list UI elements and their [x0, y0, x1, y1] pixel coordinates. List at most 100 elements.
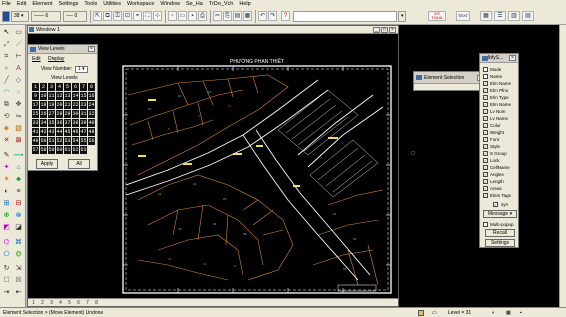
tool-j-icon[interactable]: ⊟ — [13, 198, 24, 209]
selection-setting-row[interactable]: ✓ Length — [483, 178, 515, 185]
level-cell[interactable]: 43 — [48, 128, 55, 136]
move-element-icon[interactable]: ✥ — [13, 99, 24, 110]
tool-m-icon[interactable]: ◩ — [1, 222, 12, 233]
level-cell[interactable]: 53 — [64, 137, 71, 145]
mirror-icon[interactable]: ⇋ — [13, 111, 24, 122]
close-icon[interactable]: × — [389, 27, 396, 33]
close-icon[interactable]: × — [88, 46, 95, 52]
level-cell[interactable]: 63 — [80, 146, 87, 154]
level-cell[interactable]: 40 — [88, 119, 95, 127]
close-icon[interactable]: × — [509, 55, 516, 61]
selection-setting-checkbox[interactable]: ✓ — [483, 158, 488, 163]
selection-setting-row[interactable]: ✓ Areas — [483, 185, 515, 192]
level-cell[interactable]: 9 — [32, 92, 39, 100]
selection-setting-checkbox[interactable]: ✓ — [483, 81, 488, 86]
level-cell[interactable]: 46 — [72, 128, 79, 136]
tool-r-icon[interactable]: ⏣ — [13, 249, 24, 260]
selection-setting-row[interactable]: ✓ Elem Tags — [483, 192, 515, 199]
selection-setting-row[interactable]: ✓ Font — [483, 136, 515, 143]
selection-setting-checkbox[interactable]: ✓ — [483, 130, 488, 135]
level-cell[interactable]: 4 — [56, 83, 63, 91]
selection-setting-row[interactable]: ✓ Angles — [483, 171, 515, 178]
menu-item-workspace[interactable]: Workspace — [127, 0, 154, 8]
key-tool-icon[interactable]: ⚿ — [113, 11, 122, 21]
new-file-icon[interactable]: ▫ — [168, 11, 177, 21]
command-dropdown-icon[interactable]: ▾ — [398, 11, 406, 22]
rotate-icon[interactable]: ⟲ — [1, 111, 12, 122]
selection-setting-row[interactable]: ✓ Elm Name — [483, 101, 515, 108]
selection-setting-row[interactable]: ✓ Color — [483, 122, 515, 129]
menu-item-edit[interactable]: Edit — [17, 0, 26, 8]
panel-tool-icon[interactable]: ▥ — [508, 11, 520, 21]
selection-setting-checkbox[interactable]: ✓ — [483, 186, 488, 191]
all-button[interactable]: All — [68, 159, 90, 169]
tool-x-icon[interactable]: ⇤ — [13, 287, 24, 298]
selection-setting-checkbox[interactable] — [483, 67, 488, 72]
selection-setting-row[interactable]: Name — [483, 73, 515, 80]
selection-setting-row[interactable]: ✓ CellName — [483, 164, 515, 171]
level-cell[interactable]: 15 — [80, 92, 87, 100]
settings-button[interactable]: Settings — [485, 239, 515, 247]
tool-b-icon[interactable]: ⟿ — [13, 150, 24, 161]
view-button[interactable]: 2 — [39, 300, 46, 306]
dimension-icon[interactable]: ⊢ — [13, 51, 24, 62]
snap-icon[interactable]: ◐ — [492, 308, 495, 317]
minimize-icon[interactable]: _ — [373, 27, 380, 33]
level-cell[interactable]: 19 — [48, 101, 55, 109]
selection-setting-row[interactable]: ✓ Elm Name — [483, 80, 515, 87]
fit-tool-icon[interactable]: ⊡ — [123, 11, 132, 21]
tool-h-icon[interactable]: ≡ — [13, 186, 24, 197]
level-cell[interactable]: 54 — [72, 137, 79, 145]
level-cell[interactable]: 20 — [56, 101, 63, 109]
selection-setting-checkbox[interactable]: ✓ — [483, 116, 488, 121]
level-cell[interactable]: 24 — [88, 101, 95, 109]
fence-icon[interactable]: ▭ — [13, 27, 24, 38]
selection-setting-row[interactable]: Mode — [483, 66, 515, 73]
tool-s-icon[interactable]: ↻ — [1, 263, 12, 274]
level-cell[interactable]: 28 — [56, 110, 63, 118]
selection-setting-row[interactable]: ✓ Lv Num — [483, 108, 515, 115]
fence-tool-icon[interactable]: ⛶ — [143, 11, 152, 21]
tool-a-icon[interactable]: ✎ — [1, 150, 12, 161]
level-cell[interactable]: 26 — [40, 110, 47, 118]
level-cell[interactable]: 52 — [56, 137, 63, 145]
selection-setting-checkbox[interactable]: ✓ — [483, 179, 488, 184]
level-cell[interactable]: 35 — [48, 119, 55, 127]
selection-setting-checkbox[interactable]: ✓ — [483, 193, 488, 198]
menu-item-window[interactable]: Window — [160, 0, 180, 8]
level-cell[interactable]: 18 — [40, 101, 47, 109]
place-circle-icon[interactable]: ○ — [13, 87, 24, 98]
level-cell[interactable]: 59 — [48, 146, 55, 154]
level-cell[interactable]: 17 — [32, 101, 39, 109]
color-dropdown[interactable]: 38 ▾ — [11, 11, 29, 22]
menu-item-help[interactable]: Help — [239, 0, 250, 8]
apply-button[interactable]: Apply — [36, 159, 58, 169]
active-color-swatch[interactable] — [2, 11, 10, 22]
level-cell[interactable]: 50 — [40, 137, 47, 145]
menu-item-file[interactable]: File — [2, 0, 11, 8]
level-cell[interactable]: 62 — [72, 146, 79, 154]
multi-popup-checkbox[interactable] — [483, 222, 488, 227]
level-cell[interactable]: 21 — [64, 101, 71, 109]
level-cell[interactable]: 2 — [40, 83, 47, 91]
pin-tool-icon[interactable]: ⌖ — [133, 11, 142, 21]
selection-setting-checkbox[interactable]: ✓ — [483, 102, 488, 107]
command-input[interactable] — [293, 11, 397, 22]
level-cell[interactable]: 30 — [72, 110, 79, 118]
level-cell[interactable]: 42 — [40, 128, 47, 136]
tool-w-icon[interactable]: ⇥ — [1, 287, 12, 298]
selection-setting-checkbox[interactable]: ✓ — [483, 109, 488, 114]
tool-t-icon[interactable]: ⇲ — [13, 263, 24, 274]
level-cell[interactable]: 7 — [80, 83, 87, 91]
tool-u-icon[interactable]: ☐ — [1, 275, 12, 286]
element-selection-icon[interactable]: ↖ — [1, 27, 12, 38]
level-cell[interactable]: 60 — [56, 146, 63, 154]
tool-n-icon[interactable]: ◪ — [13, 222, 24, 233]
selection-setting-row[interactable]: ✓ Lv Name — [483, 115, 515, 122]
place-line-icon[interactable]: ╱ — [1, 75, 12, 86]
vertical-scrollbar[interactable] — [559, 25, 566, 307]
paste-icon[interactable]: ▤ — [233, 11, 242, 21]
help-icon[interactable]: ? — [281, 11, 290, 21]
copy-element-icon[interactable]: ⧉ — [1, 99, 12, 110]
selection-setting-row[interactable]: ✓ Lock — [483, 157, 515, 164]
